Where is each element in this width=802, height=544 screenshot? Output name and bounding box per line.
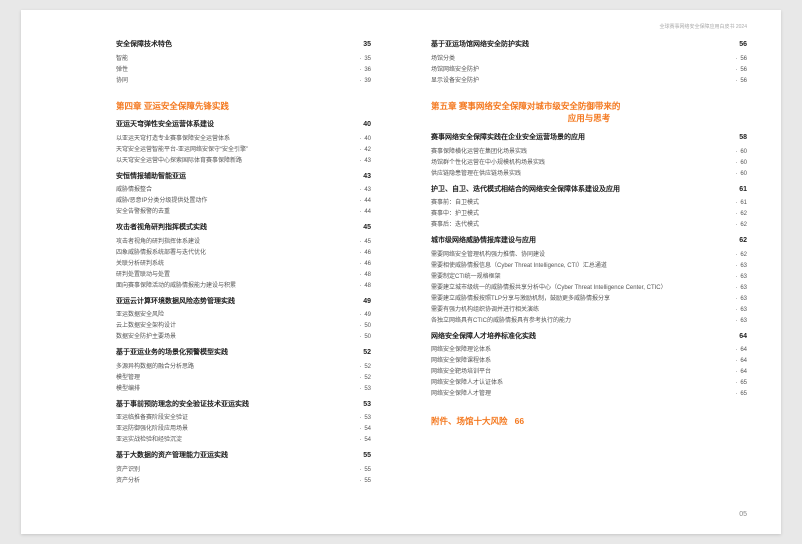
toc-item: 以天穹安全运营中心探索国际体育赛事保障新路·43 bbox=[116, 157, 371, 166]
toc-item: 亚运实战检验和经验沉淀·54 bbox=[116, 436, 371, 445]
chapter-title: 第四章 亚运安全保障先锋实践 bbox=[116, 100, 371, 113]
section-page: 64 bbox=[739, 332, 747, 343]
section-heading: 基于亚运场馆网络安全防护实践 56 bbox=[431, 40, 747, 51]
section-heading: 基于事前预防理念的安全验证技术亚运实践 53 bbox=[116, 400, 371, 411]
toc-item: 需要制定CTI统一规格框架·63 bbox=[431, 273, 747, 282]
toc-item: 亚运临推备赛阶段安全验证·53 bbox=[116, 414, 371, 423]
section-title: 基于事前预防理念的安全验证技术亚运实践 bbox=[116, 400, 249, 411]
section-page: 53 bbox=[363, 400, 371, 411]
header-text: 全球赛事网络安全保障应用白皮书 2024 bbox=[659, 24, 747, 32]
page-right: 全球赛事网络安全保障应用白皮书 2024 基于亚运场馆网络安全防护实践 56 场… bbox=[401, 10, 781, 534]
section-title: 攻击者视角研判指挥模式实践 bbox=[116, 223, 207, 234]
section-title: 安恒情报辅助智能亚运 bbox=[116, 172, 186, 183]
toc-item: 显示设备安全防护·56 bbox=[431, 77, 747, 86]
section-page: 52 bbox=[363, 348, 371, 359]
section-title: 赛事网络安全保障实践在企业安全运营场景的应用 bbox=[431, 133, 585, 144]
toc-item: 需要相使威胁情报信息（Cyber Threat Intelligence, CT… bbox=[431, 262, 747, 271]
toc-item: 赛事后：迭代模式·62 bbox=[431, 221, 747, 230]
toc-item: 安全告警报警的去重·44 bbox=[116, 208, 371, 217]
toc-item: 四象威胁情报系统部署与迭代优化·46 bbox=[116, 249, 371, 258]
toc-item: 亚运防御强化阶段应用场景·54 bbox=[116, 425, 371, 434]
toc-item: 云上数据安全架构设计·50 bbox=[116, 322, 371, 331]
toc-item: 面向赛事保障活动的威胁情报能力建设与积累·48 bbox=[116, 282, 371, 291]
toc-item: 网络安全保障课程体系·64 bbox=[431, 357, 747, 366]
section-heading: 护卫、自卫、迭代模式相结合的网络安全保障体系建设及应用 61 bbox=[431, 185, 747, 196]
toc-item: 供应链隐患管理在供应链场景实践·60 bbox=[431, 170, 747, 179]
toc-item: 需要有强力机构组织协调并进行相关演练·63 bbox=[431, 306, 747, 315]
section-page: 43 bbox=[363, 172, 371, 183]
section-heading: 基于亚运业务的场景化预警模型实践 52 bbox=[116, 348, 371, 359]
toc-item: 赛事前：自卫模式·61 bbox=[431, 199, 747, 208]
toc-item: 数据安全防护主要场景·50 bbox=[116, 333, 371, 342]
section-page: 49 bbox=[363, 297, 371, 308]
toc-item: 赛事中：护卫模式·62 bbox=[431, 210, 747, 219]
toc-item: 各独立网络具有CTIC的威胁情报具有参考执行的能力·63 bbox=[431, 317, 747, 326]
toc-item: 关联分析研判系统·46 bbox=[116, 260, 371, 269]
toc-item: 场馆群个性化运营在中小规模机构场景实践·60 bbox=[431, 159, 747, 168]
page-number: 05 bbox=[739, 510, 747, 521]
toc-item: 威胁情报整合·43 bbox=[116, 186, 371, 195]
section-heading: 网络安全保障人才培养标准化实践 64 bbox=[431, 332, 747, 343]
toc-item: 天穹安全运营智能平台-亚运网络安保守“安全引擎”·42 bbox=[116, 146, 371, 155]
appendix-title: 附件、场馆十大风险 66 bbox=[431, 415, 747, 428]
section-heading: 城市级网络威胁情报库建设与应用 62 bbox=[431, 236, 747, 247]
toc-item: 模型管理·52 bbox=[116, 374, 371, 383]
toc-item: 资产识别·55 bbox=[116, 466, 371, 475]
toc-item: 网络安全靶场培训平台·64 bbox=[431, 368, 747, 377]
section-title: 基于亚运场馆网络安全防护实践 bbox=[431, 40, 529, 51]
section-title: 基于亚运业务的场景化预警模型实践 bbox=[116, 348, 228, 359]
toc-item: 亚运数据安全风险·49 bbox=[116, 311, 371, 320]
toc-item: 多源异构数据的融合分析思路·52 bbox=[116, 363, 371, 372]
toc-item: 赛事保障横化运营在集团化场景实践·60 bbox=[431, 148, 747, 157]
chapter-title: 第五章 赛事网络安全保障对城市级安全防御带来的 应用与思考 bbox=[431, 100, 747, 126]
section-title: 亚运天穹弹性安全运营体系建设 bbox=[116, 120, 214, 131]
toc-item: 网络安全保障人才认证体系·65 bbox=[431, 379, 747, 388]
section-title: 亚运云计算环境数据风险态势管理实践 bbox=[116, 297, 235, 308]
section-heading: 亚运天穹弹性安全运营体系建设 40 bbox=[116, 120, 371, 131]
toc-item: 攻击者视角的研判指挥体系建设·45 bbox=[116, 238, 371, 247]
section-title: 安全保障技术特色 bbox=[116, 40, 172, 51]
section-title: 城市级网络威胁情报库建设与应用 bbox=[431, 236, 536, 247]
toc-item: 威胁/恶意IP分类分级提供处置动作·44 bbox=[116, 197, 371, 206]
section-page: 62 bbox=[739, 236, 747, 247]
section-page: 55 bbox=[363, 451, 371, 462]
section-page: 58 bbox=[739, 133, 747, 144]
section-heading: 安全保障技术特色 35 bbox=[116, 40, 371, 51]
section-page: 40 bbox=[363, 120, 371, 131]
toc-item: 智能·35 bbox=[116, 55, 371, 64]
toc-item: 资产分析·55 bbox=[116, 477, 371, 486]
toc-item: 场馆分类·56 bbox=[431, 55, 747, 64]
section-page: 61 bbox=[739, 185, 747, 196]
section-heading: 安恒情报辅助智能亚运 43 bbox=[116, 172, 371, 183]
section-page: 56 bbox=[739, 40, 747, 51]
toc-item: 弹性·36 bbox=[116, 66, 371, 75]
section-page: 35 bbox=[363, 40, 371, 51]
toc-item: 模型编排·53 bbox=[116, 385, 371, 394]
section-page: 45 bbox=[363, 223, 371, 234]
section-heading: 基于大数据的资产管理能力亚运实践 55 bbox=[116, 451, 371, 462]
page-left: 安全保障技术特色 35 智能·35 弹性·36 协同·39 第四章 亚运安全保障… bbox=[21, 10, 401, 534]
toc-item: 研判处置联动与处置·48 bbox=[116, 271, 371, 280]
section-heading: 赛事网络安全保障实践在企业安全运营场景的应用 58 bbox=[431, 133, 747, 144]
toc-item: 协同·39 bbox=[116, 77, 371, 86]
section-title: 护卫、自卫、迭代模式相结合的网络安全保障体系建设及应用 bbox=[431, 185, 620, 196]
section-title: 网络安全保障人才培养标准化实践 bbox=[431, 332, 536, 343]
toc-item: 以亚运天穹打造专业赛事保障安全运营体系·40 bbox=[116, 135, 371, 144]
page-spread: 安全保障技术特色 35 智能·35 弹性·36 协同·39 第四章 亚运安全保障… bbox=[21, 10, 781, 534]
toc-item: 场馆网络安全防护·56 bbox=[431, 66, 747, 75]
toc-item: 网络安全保障理论体系·64 bbox=[431, 346, 747, 355]
section-heading: 攻击者视角研判指挥模式实践 45 bbox=[116, 223, 371, 234]
section-title: 基于大数据的资产管理能力亚运实践 bbox=[116, 451, 228, 462]
toc-item: 需要建立威胁情报按照TLP分享与激励机制，鼓励更多威胁情报分享·63 bbox=[431, 295, 747, 304]
toc-item: 网络安全保障人才管理·65 bbox=[431, 390, 747, 399]
toc-item: 需要网络安全管理机构强力推情、协同建设·62 bbox=[431, 251, 747, 260]
toc-item: 需要建立城市级统一的威胁情报共享分析中心（Cyber Threat Intell… bbox=[431, 284, 747, 293]
section-heading: 亚运云计算环境数据风险态势管理实践 49 bbox=[116, 297, 371, 308]
